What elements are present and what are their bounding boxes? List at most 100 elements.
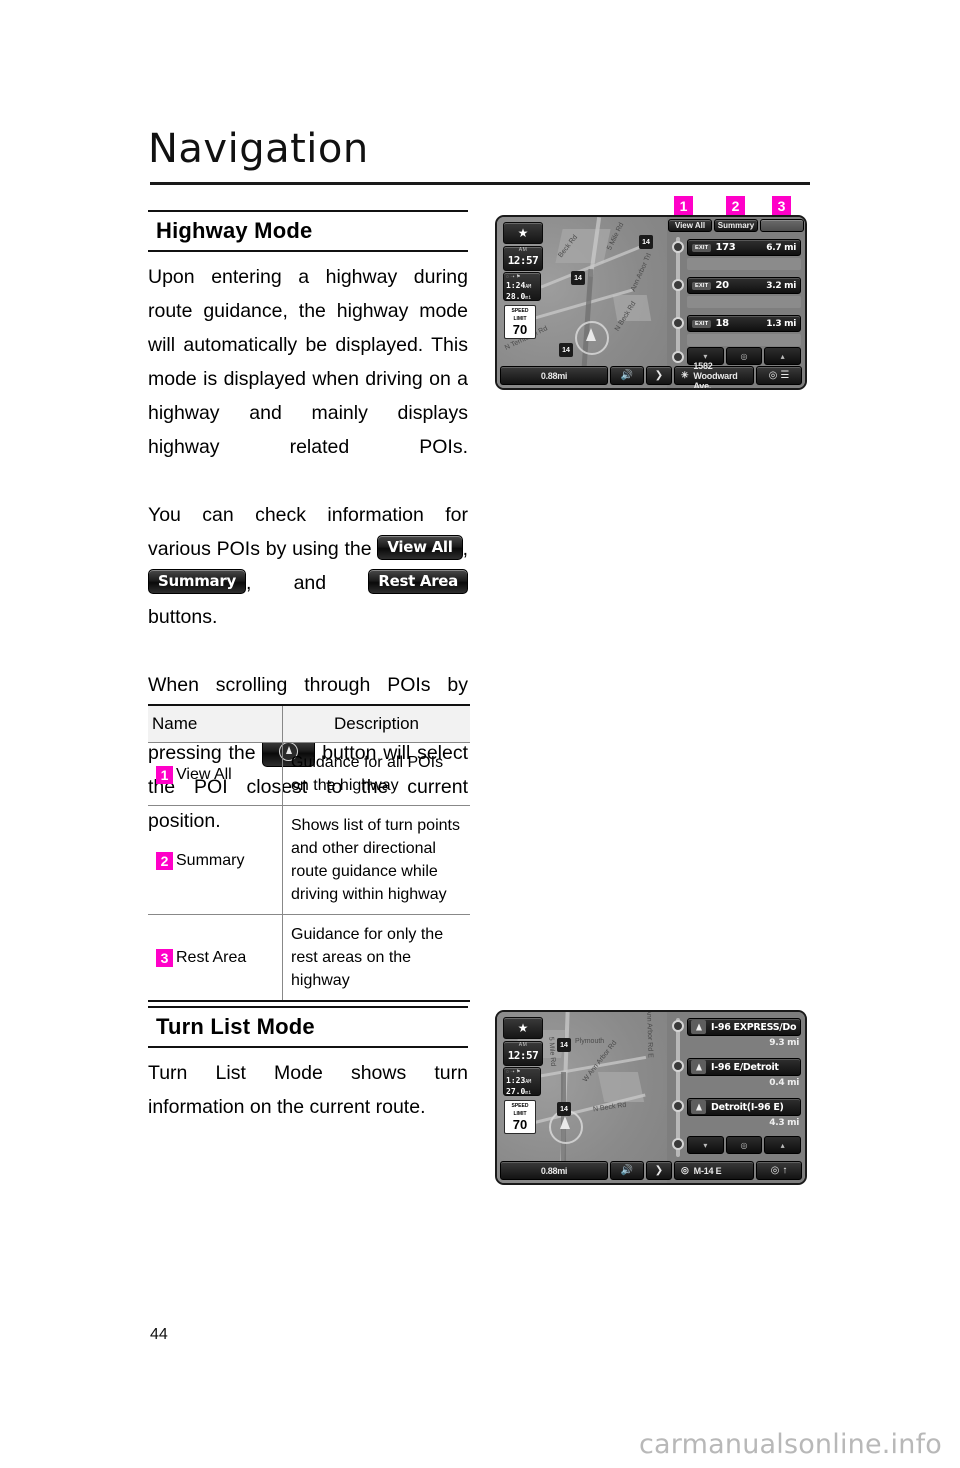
turn-list-paragraph-1: Turn List Mode shows turn information on… bbox=[148, 1062, 468, 1118]
table-cell-name: 3 Rest Area bbox=[148, 914, 283, 1002]
table-row: 2 Summary Shows list of turn points and o… bbox=[148, 805, 470, 915]
rail-dot bbox=[672, 1020, 684, 1032]
exit-list-item[interactable]: EXIT 173 6.7 mi bbox=[687, 239, 801, 256]
map-label: Ann Arbor Rd E bbox=[644, 1010, 654, 1058]
compass-icon[interactable]: ◎ bbox=[771, 1165, 780, 1176]
highway-p2-tail: buttons. bbox=[148, 606, 218, 628]
expand-button[interactable]: ❯ bbox=[646, 1161, 672, 1180]
bottom-right-controls[interactable]: ◎ ☰ bbox=[756, 366, 802, 385]
list-current-position-button[interactable]: ◎ bbox=[725, 1136, 763, 1154]
volume-button[interactable]: 🔊 bbox=[610, 366, 644, 385]
destination-icon: ✳ bbox=[681, 370, 689, 380]
page-title: Navigation bbox=[148, 126, 369, 172]
turn-list-item[interactable]: Detroit(I-96 E) bbox=[687, 1098, 801, 1116]
turnlist-bottom-bar: 0.88mi 🔊 ❯ ◎ M-14 E ◎ ↑ bbox=[500, 1161, 802, 1180]
speed-limit-label-1: SPEED bbox=[511, 1103, 529, 1109]
eta-time-ampm: AM bbox=[525, 1079, 532, 1085]
table-name-view-all: View All bbox=[176, 765, 232, 783]
highway-p2-sep2: , and bbox=[245, 572, 327, 594]
tab-rest-area[interactable] bbox=[760, 219, 804, 232]
up-arrow-icon[interactable]: ↑ bbox=[782, 1165, 787, 1176]
eta-distance-unit: mi bbox=[525, 1090, 532, 1096]
exit-tag: EXIT bbox=[692, 243, 712, 252]
rail-dot bbox=[672, 1138, 684, 1150]
highway-paragraph-1: Upon entering a highway during route gui… bbox=[148, 266, 468, 458]
list-scroll-up-button[interactable]: ▴ bbox=[764, 347, 802, 365]
badge-2: 2 bbox=[156, 851, 173, 870]
turn-direction-icon bbox=[691, 1100, 706, 1114]
table-cell-description: Shows list of turn points and other dire… bbox=[282, 805, 470, 915]
route-shield-icon: 14 bbox=[557, 1102, 571, 1116]
eta-distance: 28.0mi bbox=[506, 292, 538, 303]
rail-dot bbox=[672, 279, 684, 291]
list-scroll-up-button[interactable]: ▴ bbox=[764, 1136, 802, 1154]
turn-direction-icon bbox=[691, 1020, 706, 1034]
tab-summary[interactable]: Summary bbox=[714, 219, 758, 232]
speed-limit-value: 70 bbox=[512, 1117, 528, 1132]
map-label: Ann Arbor Trl bbox=[629, 252, 653, 293]
favorites-button[interactable]: ★ bbox=[503, 1017, 543, 1039]
position-arrow-icon bbox=[586, 328, 596, 341]
turnlist-map-panel[interactable]: Plymouth 5 Mile Rd W Ann Arbor Rd N Beck… bbox=[497, 1012, 667, 1183]
list-scroll-rail[interactable] bbox=[676, 1018, 680, 1157]
route-shield-icon: 14 bbox=[639, 235, 653, 249]
clock-time: 12:57 bbox=[507, 254, 539, 267]
table-name-summary: Summary bbox=[176, 851, 245, 869]
list-control-bar: ▾ ◎ ▴ bbox=[687, 1136, 802, 1154]
table-cell-name: 2 Summary bbox=[148, 805, 283, 915]
eta-time: 1:24AM bbox=[506, 281, 538, 292]
exit-list-item[interactable]: EXIT 20 3.2 mi bbox=[687, 277, 801, 294]
exit-list-item[interactable]: EXIT 18 1.3 mi bbox=[687, 315, 801, 332]
speed-limit-label-1: SPEED bbox=[511, 308, 529, 314]
turn-list-item[interactable]: I-96 EXPRESS/Do... bbox=[687, 1018, 801, 1036]
badge-1: 1 bbox=[156, 765, 173, 784]
callout-badge-3: 3 bbox=[772, 196, 791, 216]
page-number: 44 bbox=[150, 1326, 168, 1343]
exit-detail-strip bbox=[687, 334, 801, 346]
remaining-distance: 0.88mi bbox=[500, 1161, 608, 1180]
tab-view-all[interactable]: View All bbox=[668, 219, 712, 232]
eta-distance-unit: mi bbox=[525, 295, 532, 301]
eta-time-value: 1:24 bbox=[506, 281, 526, 290]
summary-button-graphic[interactable]: Summary bbox=[148, 569, 246, 595]
map-label: 5 Mile Rd bbox=[606, 221, 626, 252]
list-scroll-rail[interactable] bbox=[676, 237, 680, 362]
section-heading-highway-mode: Highway Mode bbox=[148, 210, 468, 252]
rail-dot bbox=[672, 241, 684, 253]
turn-list-item[interactable]: I-96 E/Detroit bbox=[687, 1058, 801, 1076]
table-name-rest-area: Rest Area bbox=[176, 949, 247, 966]
expand-button[interactable]: ❯ bbox=[646, 366, 672, 385]
favorites-button[interactable]: ★ bbox=[503, 222, 543, 244]
menu-icon[interactable]: ☰ bbox=[780, 370, 789, 381]
badge-3: 3 bbox=[156, 949, 173, 967]
eta-distance-value: 28.0 bbox=[506, 292, 526, 301]
eta-distance: 27.0mi bbox=[506, 1087, 538, 1098]
exit-number: 173 bbox=[715, 242, 736, 253]
volume-button[interactable]: 🔊 bbox=[610, 1161, 644, 1180]
highway-bottom-bar: 0.88mi 🔊 ❯ ✳ 1582 Woodward Ave. ◎ ☰ bbox=[500, 361, 802, 388]
turn-name: I-96 EXPRESS/Do... bbox=[711, 1021, 797, 1033]
watermark: carmanualsonline.info bbox=[639, 1429, 942, 1460]
rest-area-button-graphic[interactable]: Rest Area bbox=[368, 569, 468, 595]
section-turn-list-mode: Turn List Mode Turn List Mode shows turn… bbox=[148, 1006, 468, 1124]
turn-distance: 9.3 mi bbox=[769, 1038, 799, 1048]
turn-distance: 4.3 mi bbox=[769, 1118, 799, 1128]
eta-icons: ◌ ➝ ⚑ bbox=[506, 274, 521, 280]
table-row: 1 View All Guidance for all POIs on the h… bbox=[148, 742, 470, 806]
exit-tag: EXIT bbox=[692, 281, 712, 290]
bottom-right-controls[interactable]: ◎ ↑ bbox=[756, 1161, 802, 1180]
callout-badge-1: 1 bbox=[674, 196, 693, 216]
remaining-distance: 0.88mi bbox=[500, 366, 608, 385]
destination-text: 1582 Woodward Ave. bbox=[693, 360, 738, 390]
compass-icon[interactable]: ◎ bbox=[769, 370, 778, 381]
position-arrow-icon bbox=[560, 1116, 570, 1129]
table-header-row: Name Description bbox=[148, 704, 470, 743]
view-all-button-graphic[interactable]: View All bbox=[377, 535, 463, 561]
highway-map-panel[interactable]: Beck Rd 5 Mile Rd N Territorial Rd N Bec… bbox=[497, 217, 667, 388]
rail-dot bbox=[672, 351, 684, 363]
table-header-name: Name bbox=[148, 704, 283, 743]
destination-address[interactable]: ✳ 1582 Woodward Ave. bbox=[674, 361, 754, 388]
destination-address[interactable]: ◎ M-14 E bbox=[674, 1161, 754, 1180]
exit-distance: 1.3 mi bbox=[766, 318, 796, 329]
list-scroll-down-button[interactable]: ▾ bbox=[687, 1136, 724, 1154]
